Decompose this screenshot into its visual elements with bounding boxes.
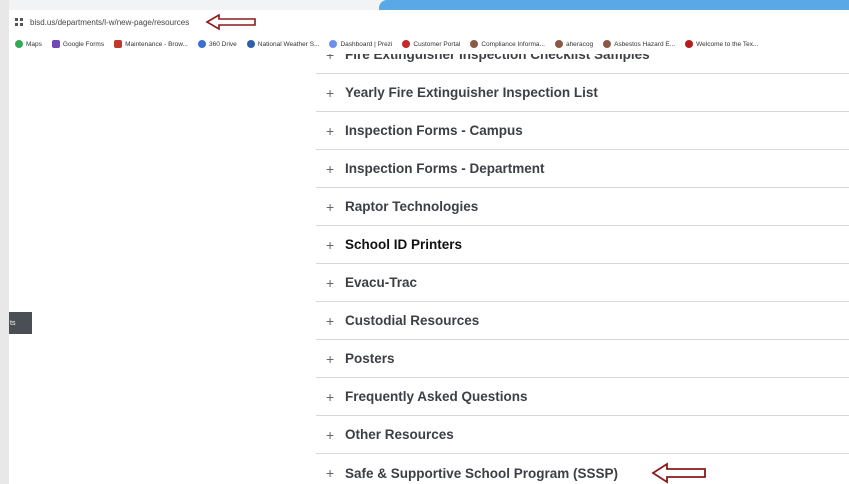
accordion-item-label[interactable]: Other Resources [345,427,454,442]
expand-plus-icon[interactable]: + [326,390,340,404]
bookmark-item[interactable]: Dashboard | Prezi [329,40,392,48]
bookmark-item[interactable]: Compliance Informa... [470,40,545,48]
texas-icon [685,40,694,48]
accordion-item[interactable]: + School ID Printers [316,226,849,264]
expand-plus-icon[interactable]: + [326,276,340,290]
page-content: ts + Fire Extinguisher Inspection Checkli… [9,54,849,484]
annotation-arrow-icon [205,13,256,31]
resources-accordion: + Fire Extinguisher Inspection Checklist … [316,54,849,484]
accordion-item[interactable]: + Yearly Fire Extinguisher Inspection Lis… [316,74,849,112]
bookmark-label: Customer Portal [413,40,461,48]
expand-plus-icon[interactable]: + [326,314,340,328]
aheracog-icon [554,40,563,48]
expand-plus-icon[interactable]: + [326,428,340,442]
asbestos-icon [603,40,612,48]
bookmark-label: Maps [26,40,42,48]
maintenance-icon [114,40,123,48]
bookmark-label: Welcome to the Tex... [696,40,759,48]
address-bar[interactable]: bisd.us/departments/l-w/new-page/resourc… [9,10,849,34]
annotation-arrow-icon [651,462,706,484]
bookmark-label: Maintenance - Brow... [125,40,188,48]
expand-plus-icon[interactable]: + [326,352,340,366]
bookmark-label: 360 Drive [208,40,237,48]
compliance-icon [470,40,479,48]
accordion-item-label[interactable]: Custodial Resources [345,313,479,328]
expand-plus-icon[interactable]: + [326,86,340,100]
accordion-item[interactable]: + Inspection Forms - Department [316,150,849,188]
accordion-item-label[interactable]: Raptor Technologies [345,199,478,214]
accordion-item-label[interactable]: Evacu-Trac [345,275,417,290]
accordion-item[interactable]: + Other Resources [316,416,849,454]
side-tab-label: ts [10,319,16,327]
bookmark-item[interactable]: Welcome to the Tex... [685,40,758,48]
weather-icon [246,40,255,48]
accordion-item[interactable]: + Inspection Forms - Campus [316,112,849,150]
forms-icon [51,40,60,48]
url-text[interactable]: bisd.us/departments/l-w/new-page/resourc… [30,18,189,27]
browser-top-strip [0,0,849,10]
expand-plus-icon[interactable]: + [326,200,340,214]
accordion-item[interactable]: + Custodial Resources [316,302,849,340]
accordion-item-label[interactable]: Frequently Asked Questions [345,389,528,404]
portal-icon [402,40,411,48]
accordion-item[interactable]: + Evacu-Trac [316,264,849,302]
bookmark-item[interactable]: National Weather S... [246,40,320,48]
prezi-icon [329,40,338,48]
window-left-edge [0,0,9,484]
accordion-item-label[interactable]: Yearly Fire Extinguisher Inspection List [345,85,598,100]
bookmark-item[interactable]: Google Forms [51,40,105,48]
accordion-item-label[interactable]: Fire Extinguisher Inspection Checklist S… [345,54,650,62]
site-info-icon[interactable] [12,15,26,29]
accordion-item[interactable]: + Posters [316,340,849,378]
expand-plus-icon[interactable]: + [326,54,340,62]
accordion-item-label[interactable]: Inspection Forms - Campus [345,123,523,138]
expand-plus-icon[interactable]: + [326,162,340,176]
accordion-item[interactable]: + Frequently Asked Questions [316,378,849,416]
accordion-item[interactable]: + Fire Extinguisher Inspection Checklist … [316,54,849,74]
expand-plus-icon[interactable]: + [326,124,340,138]
expand-plus-icon[interactable]: + [326,238,340,252]
bookmark-label: Asbestos Hazard E... [614,40,676,48]
bookmark-item[interactable]: Customer Portal [402,40,460,48]
bookmark-label: aheracog [565,40,594,48]
bookmark-item[interactable]: Maintenance - Brow... [114,40,188,48]
accordion-item-label[interactable]: Inspection Forms - Department [345,161,545,176]
accordion-item[interactable]: + Safe & Supportive School Program (SSSP) [316,454,849,484]
bookmark-label: National Weather S... [257,40,320,48]
bookmark-label: Dashboard | Prezi [340,40,393,48]
accordion-item-label[interactable]: School ID Printers [345,237,462,252]
drive-icon [197,40,206,48]
map-pin-icon [15,40,23,48]
side-tab[interactable]: ts [9,312,32,334]
bookmark-label: Compliance Informa... [481,40,545,48]
bookmark-item[interactable]: Maps [15,40,42,48]
expand-plus-icon[interactable]: + [326,466,340,480]
accordion-item-label[interactable]: Posters [345,351,395,366]
bookmarks-bar: Maps Google Forms Maintenance - Brow... 360… [9,34,849,54]
accordion-item[interactable]: + Raptor Technologies [316,188,849,226]
accordion-item-label[interactable]: Safe & Supportive School Program (SSSP) [345,466,618,481]
bookmark-item[interactable]: aheracog [554,40,594,48]
bookmark-item[interactable]: Asbestos Hazard E... [603,40,675,48]
bookmark-label: Google Forms [62,40,105,48]
active-tab-accent [379,0,849,10]
bookmark-item[interactable]: 360 Drive [197,40,237,48]
